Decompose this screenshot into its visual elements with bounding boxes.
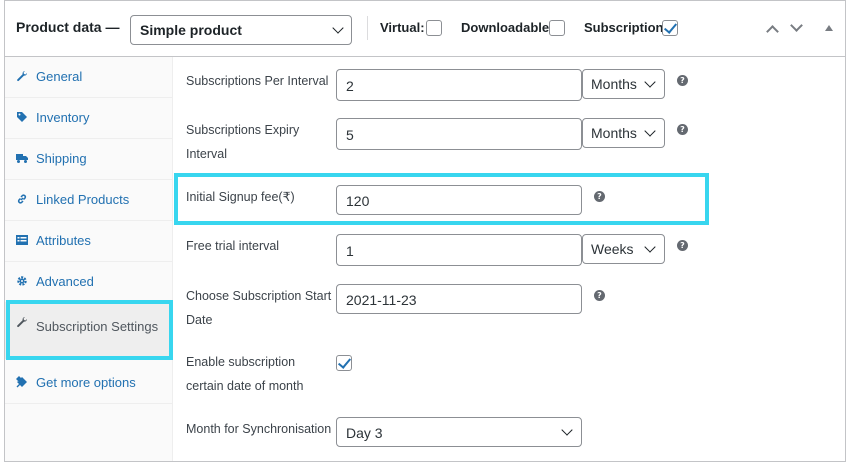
input-value: 2 (346, 78, 354, 94)
sync-month-label: Month for Synchronisation (186, 422, 332, 436)
collapse-toggle-icon[interactable] (825, 25, 833, 31)
input-value: 5 (346, 127, 354, 143)
start-date-input[interactable]: 2021-11-23 (336, 284, 582, 314)
tab-inventory[interactable]: Inventory (5, 98, 173, 139)
downloadable-label: Downloadable: (461, 20, 554, 35)
chevron-down-icon (332, 22, 344, 34)
product-type-select[interactable]: Simple product (130, 15, 352, 45)
subscription-label: Subscription: (584, 20, 668, 35)
tab-label: General (36, 69, 83, 84)
product-data-panel: Product data — Simple product Virtual: D… (4, 0, 846, 462)
tab-advanced[interactable]: Advanced (5, 262, 173, 303)
virtual-checkbox[interactable] (426, 20, 442, 36)
chevron-down-icon (561, 424, 573, 436)
tab-label: Shipping (36, 151, 87, 166)
per-interval-unit-select[interactable]: Months (582, 69, 665, 99)
help-icon[interactable]: ? (594, 191, 605, 202)
free-trial-unit-select[interactable]: Weeks (582, 234, 665, 264)
tab-shipping[interactable]: Shipping (5, 139, 173, 180)
certain-date-label: Enable subscription certain date of mont… (186, 355, 304, 393)
tab-linked-products[interactable]: Linked Products (5, 180, 173, 221)
help-icon[interactable]: ? (594, 290, 605, 301)
downloadable-checkbox[interactable] (549, 20, 565, 36)
product-type-value: Simple product (140, 22, 242, 38)
tab-label: Attributes (36, 233, 91, 248)
select-value: Weeks (591, 241, 634, 257)
product-data-header: Product data — Simple product Virtual: D… (5, 1, 845, 57)
start-date-label: Choose Subscription Start Date (186, 289, 332, 327)
per-interval-label: Subscriptions Per Interval (186, 74, 329, 88)
sync-month-select[interactable]: Day 3 (336, 417, 582, 447)
input-value: 120 (346, 193, 370, 209)
select-value: Months (591, 76, 637, 92)
divider (367, 16, 368, 40)
input-value: 1 (346, 243, 354, 259)
move-up-icon[interactable] (766, 25, 779, 38)
virtual-label: Virtual: (380, 20, 425, 35)
per-interval-input[interactable]: 2 (336, 69, 582, 101)
tag-icon (17, 112, 27, 122)
plugin-icon (16, 376, 27, 388)
product-data-tabs: General Inventory Shipping Linked Produc… (5, 57, 173, 461)
signup-fee-label: Initial Signup fee(₹) (186, 190, 295, 204)
subscription-checkbox[interactable] (662, 20, 678, 36)
tab-label: Linked Products (36, 192, 130, 207)
certain-date-checkbox[interactable] (336, 355, 352, 371)
chevron-down-icon (644, 76, 656, 88)
help-icon[interactable]: ? (677, 240, 688, 251)
truck-icon (16, 154, 28, 163)
tab-attributes[interactable]: Attributes (5, 221, 173, 262)
help-icon[interactable]: ? (677, 75, 688, 86)
tab-get-more-options[interactable]: Get more options (5, 363, 173, 404)
tab-label: Get more options (36, 375, 136, 390)
select-value: Months (591, 125, 637, 141)
help-icon[interactable]: ? (677, 124, 688, 135)
highlight-box-tab (6, 300, 173, 360)
tab-label: Inventory (36, 110, 90, 125)
signup-fee-input[interactable]: 120 (336, 185, 582, 215)
select-value: Day 3 (346, 425, 383, 441)
free-trial-input[interactable]: 1 (336, 234, 582, 266)
panel-title: Product data — (16, 19, 120, 35)
free-trial-label: Free trial interval (186, 239, 280, 253)
input-value: 2021-11-23 (346, 292, 417, 308)
expiry-interval-label: Subscriptions Expiry Interval (186, 123, 300, 161)
list-icon (16, 235, 28, 245)
chevron-down-icon (644, 125, 656, 137)
link-icon (17, 194, 27, 204)
move-down-icon[interactable] (790, 19, 803, 32)
chevron-down-icon (644, 241, 656, 253)
tab-general[interactable]: General (5, 57, 173, 98)
expiry-interval-unit-select[interactable]: Months (582, 118, 665, 148)
expiry-interval-input[interactable]: 5 (336, 118, 582, 150)
tab-label: Advanced (36, 274, 94, 289)
wrench-icon (17, 71, 28, 82)
gear-icon (17, 276, 27, 286)
